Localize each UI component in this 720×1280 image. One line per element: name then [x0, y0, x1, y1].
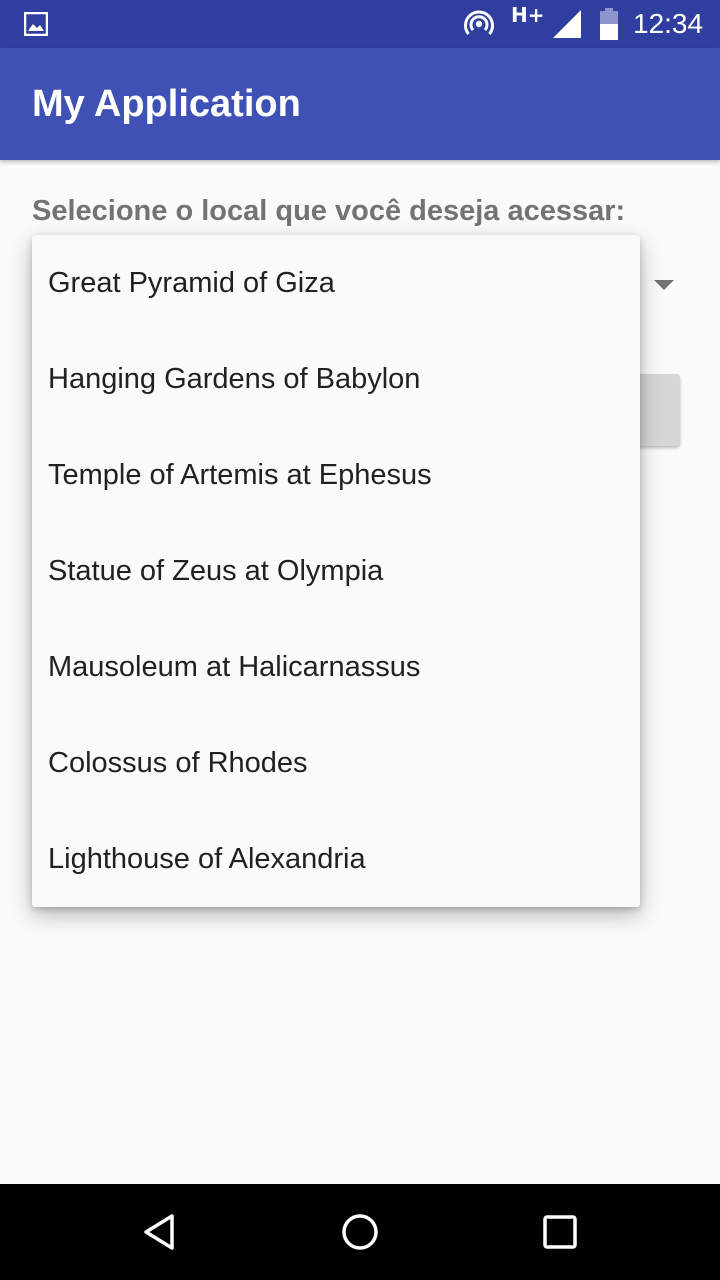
clock: 12:34 [633, 8, 704, 39]
network-type-label: H+ [511, 3, 545, 27]
back-icon[interactable] [136, 1208, 184, 1256]
dropdown-option[interactable]: Lighthouse of Alexandria [32, 811, 640, 907]
dropdown-option[interactable]: Mausoleum at Halicarnassus [32, 619, 640, 715]
dropdown-option[interactable]: Great Pyramid of Giza [32, 235, 640, 331]
battery-icon [600, 8, 618, 40]
dropdown-option[interactable]: Hanging Gardens of Babylon [32, 331, 640, 427]
location-dropdown-menu: Great Pyramid of Giza Hanging Gardens of… [32, 235, 640, 907]
dropdown-option[interactable]: Statue of Zeus at Olympia [32, 523, 640, 619]
gallery-icon [24, 12, 48, 36]
navigation-bar [0, 1184, 720, 1280]
dropdown-option[interactable]: Temple of Artemis at Ephesus [32, 427, 640, 523]
app-bar: My Application [0, 48, 720, 160]
prompt-label: Selecione o local que você deseja acessa… [32, 195, 626, 227]
spinner-dropdown-arrow-icon[interactable] [652, 278, 676, 292]
home-icon[interactable] [336, 1208, 384, 1256]
signal-icon [553, 10, 581, 38]
hotspot-icon [464, 10, 494, 35]
status-bar: H+ 12:34 [0, 0, 720, 48]
app-title: My Application [32, 83, 301, 125]
dropdown-option[interactable]: Colossus of Rhodes [32, 715, 640, 811]
recents-icon[interactable] [536, 1208, 584, 1256]
